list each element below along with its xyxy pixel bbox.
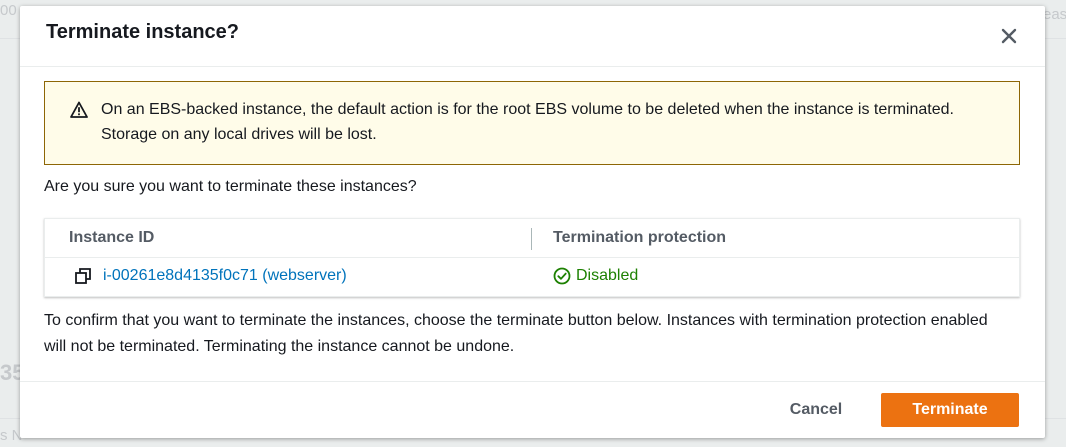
dialog-title: Terminate instance?: [46, 21, 240, 43]
confirmation-description: To confirm that you want to terminate th…: [44, 312, 988, 355]
terminate-instance-dialog: Terminate instance? On an EBS-backed ins…: [20, 6, 1045, 438]
warning-triangle-icon: [70, 101, 88, 118]
termination-protection-status: Disabled: [553, 267, 638, 285]
confirmation-question: Are you sure you want to terminate these…: [44, 178, 417, 195]
status-label: Disabled: [576, 267, 639, 284]
check-circle-icon: [553, 267, 571, 285]
warning-message: On an EBS-backed instance, the default a…: [101, 101, 954, 143]
dialog-header: Terminate instance?: [20, 6, 1045, 67]
instance-id-link[interactable]: i-00261e8d4135f0c71 (webserver): [103, 267, 347, 285]
background-text: eas: [1043, 6, 1066, 23]
copy-icon[interactable]: [75, 268, 91, 284]
instances-table: Instance ID Termination protection i-002…: [44, 218, 1020, 297]
column-header-termination-protection: Termination protection: [553, 229, 727, 246]
terminate-button[interactable]: Terminate: [881, 393, 1019, 427]
table-header-divider: [45, 257, 1019, 258]
table-row: i-00261e8d4135f0c71 (webserver): [75, 267, 347, 285]
warning-alert: On an EBS-backed instance, the default a…: [44, 81, 1020, 165]
close-button[interactable]: [997, 24, 1021, 48]
cancel-button[interactable]: Cancel: [772, 394, 860, 426]
column-divider: [531, 228, 532, 250]
background-text: 00: [0, 2, 17, 19]
dialog-footer: Cancel Terminate: [20, 381, 1045, 438]
close-icon: [1001, 28, 1017, 44]
column-header-instance-id: Instance ID: [69, 229, 155, 246]
